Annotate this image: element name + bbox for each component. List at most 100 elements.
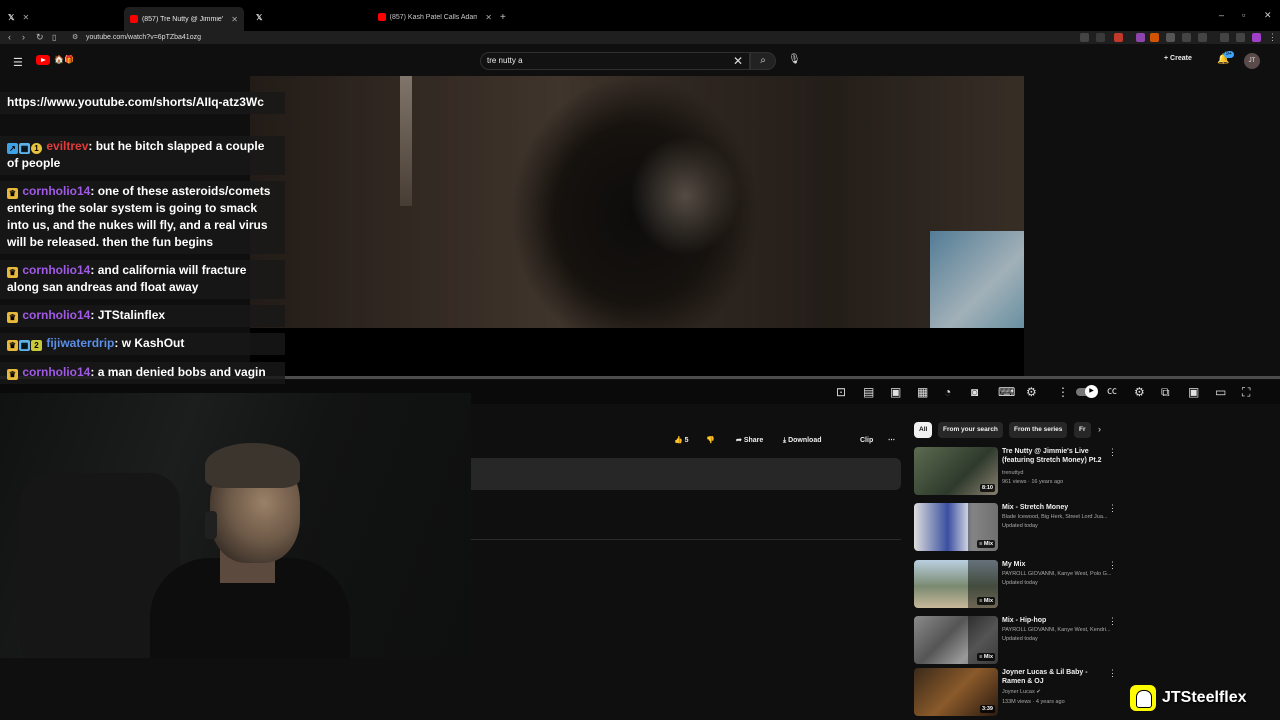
dislike-button[interactable]: 👎 [706, 433, 715, 449]
speed-icon[interactable]: ◔ [944, 385, 951, 399]
autoplay-toggle[interactable] [1076, 385, 1098, 398]
recommendation-item[interactable]: 3:39 Joyner Lucas & Lil Baby - Ramen & O… [914, 668, 1124, 720]
recommendation-title[interactable]: Mix - Hip-hop [1002, 616, 1110, 625]
subscriber-badge-icon: ↗ [7, 143, 18, 154]
video-thumbnail[interactable]: ≡ Mix [914, 503, 998, 551]
share-button[interactable]: ➦ Share [736, 433, 763, 449]
media-icon[interactable] [1220, 33, 1229, 42]
avatar[interactable]: JT [1244, 53, 1260, 69]
crown-badge-icon: ♛ [7, 312, 18, 323]
cast-icon[interactable] [1080, 33, 1089, 42]
extension-icon[interactable] [1166, 33, 1175, 42]
close-tab-icon[interactable]: ✕ [485, 13, 492, 22]
extension-icon[interactable] [1150, 33, 1159, 42]
picture-icon[interactable]: ▣ [890, 385, 901, 399]
browser-tab[interactable]: 𝕏 X [250, 7, 268, 27]
gear-icon[interactable]: ⚙ [1026, 385, 1037, 399]
sidepanel-icon[interactable] [1236, 33, 1245, 42]
recommendation-title[interactable]: Joyner Lucas & Lil Baby - Ramen & OJ [1002, 668, 1110, 686]
share-icon[interactable] [1096, 33, 1105, 42]
youtube-logo-icon[interactable] [36, 55, 50, 65]
video-thumbnail[interactable]: 8:10 [914, 447, 998, 495]
clear-search-icon[interactable]: ✕ [733, 54, 743, 68]
more-options-icon[interactable]: ⋮ [1057, 385, 1069, 399]
browser-tab[interactable]: (857) Kash Patel Calls Adam Schiff a ✕ [372, 7, 498, 27]
browser-tab-active[interactable]: (857) Tre Nutty @ Jimmie's Li ✕ [124, 7, 244, 31]
recommendation-item[interactable]: ≡ Mix Mix - Hip-hop PAYROLL GIOVANNI, Ka… [914, 616, 1124, 668]
chip-more[interactable]: Fr [1074, 422, 1091, 438]
tier-badge-icon: 2 [31, 340, 42, 351]
browser-tab[interactable]: 𝕏 X ✕ [2, 7, 35, 27]
recommendation-item[interactable]: 8:10 Tre Nutty @ Jimmie's Live (featurin… [914, 447, 1124, 499]
more-options-icon[interactable]: ⋮ [1108, 503, 1117, 514]
subtitles-icon[interactable]: ㏄ [1107, 385, 1117, 399]
microphone-icon[interactable]: 🎙 [788, 54, 801, 65]
channel-name[interactable]: Blade Icewood, Big Herk, Street Lord Jua… [1002, 513, 1112, 521]
stable-volume-icon[interactable]: ⊡ [836, 385, 846, 399]
channel-name[interactable]: Joyner Lucas ✔ [1002, 688, 1112, 696]
recommendation-title[interactable]: My Mix [1002, 560, 1110, 569]
mix-badge: ≡ Mix [977, 540, 995, 548]
pip-icon[interactable]: ▣ [1188, 385, 1199, 399]
forward-icon[interactable]: › [22, 31, 25, 44]
clapper-icon[interactable]: ▤ [863, 385, 874, 399]
new-tab-button[interactable]: + [494, 7, 512, 27]
recommendation-title[interactable]: Tre Nutty @ Jimmie's Live (featuring Str… [1002, 447, 1110, 465]
video-thumbnail[interactable]: 3:39 [914, 668, 998, 716]
chip-from-the-series[interactable]: From the series [1009, 422, 1068, 438]
close-window-icon[interactable]: ✕ [1264, 10, 1272, 21]
more-options-icon[interactable]: ⋮ [1108, 560, 1117, 571]
theater-mode-icon[interactable]: ▭ [1215, 385, 1226, 399]
bookmark-icon[interactable]: ▯ [52, 31, 56, 44]
browser-tab-bar: 𝕏 X ✕ (857) Tre Nutty @ Jimmie's Li ✕ 𝕏 … [0, 0, 1280, 31]
fullscreen-icon[interactable]: ⛶ [1242, 385, 1250, 399]
video-thumbnail[interactable]: ≡ Mix [914, 560, 998, 608]
screenshot-icon[interactable]: ◙ [971, 385, 978, 399]
recommendation-item[interactable]: ≡ Mix My Mix PAYROLL GIOVANNI, Kanye Wes… [914, 560, 1124, 612]
chat-username: fijiwaterdrip [46, 336, 115, 350]
close-tab-icon[interactable]: ✕ [231, 15, 238, 24]
hamburger-menu-icon[interactable]: ☰ [13, 56, 23, 69]
reload-icon[interactable]: ↻ [36, 31, 44, 44]
more-options-icon[interactable]: ⋮ [1108, 447, 1117, 458]
snapchat-ghost-icon [1130, 685, 1156, 711]
recommendation-item[interactable]: ≡ Mix Mix - Stretch Money Blade Icewood,… [914, 503, 1124, 555]
duration-badge: 3:39 [979, 705, 995, 713]
more-actions-icon[interactable]: ⋯ [888, 433, 895, 449]
minimize-icon[interactable]: – [1219, 10, 1224, 20]
download-button[interactable]: ⤓ Download [783, 433, 822, 449]
keyboard-icon[interactable]: ⌨ [998, 385, 1015, 399]
close-tab-icon[interactable]: ✕ [22, 13, 29, 22]
channel-name[interactable]: PAYROLL GIOVANNI, Kanye West, Polo G... [1002, 570, 1112, 578]
video-thumbnail[interactable]: ≡ Mix [914, 616, 998, 664]
description-box[interactable] [471, 458, 901, 490]
maximize-icon[interactable]: ▫ [1242, 10, 1245, 20]
menu-icon[interactable]: ⋮ [1268, 31, 1277, 44]
extension-icon[interactable] [1198, 33, 1207, 42]
extension-icon[interactable] [1182, 33, 1191, 42]
clip-button[interactable]: Clip [860, 433, 873, 449]
site-info-icon[interactable]: ⚙ [72, 31, 78, 44]
extension-icon[interactable] [1114, 33, 1123, 42]
url-field[interactable]: youtube.com/watch?v=6pTZba41ozg [86, 31, 201, 44]
recommendation-title[interactable]: Mix - Stretch Money [1002, 503, 1110, 512]
doodle-icon: 🏠🎁 [54, 55, 74, 64]
create-button[interactable]: + Create [1164, 55, 1192, 62]
search-button[interactable]: ⌕ [750, 52, 776, 70]
chevron-right-icon[interactable]: › [1098, 424, 1101, 434]
channel-name[interactable]: trenuttyd [1002, 469, 1112, 477]
back-icon[interactable]: ‹ [8, 31, 11, 44]
more-options-icon[interactable]: ⋮ [1108, 668, 1117, 679]
miniplayer-icon[interactable]: ⧉ [1161, 385, 1170, 399]
chip-all[interactable]: All [914, 422, 933, 438]
profile-icon[interactable] [1252, 33, 1261, 42]
channel-name[interactable]: PAYROLL GIOVANNI, Kanye West, Kendri... [1002, 626, 1112, 634]
like-button[interactable]: 👍 5 [674, 433, 689, 449]
video-player[interactable] [250, 76, 1024, 328]
chip-from-your-search[interactable]: From your search [938, 422, 1003, 438]
extension-icon[interactable] [1136, 33, 1145, 42]
film-icon[interactable]: ▦ [917, 385, 928, 399]
settings-gear-icon[interactable]: ⚙ [1134, 385, 1145, 399]
search-input[interactable] [487, 56, 717, 65]
more-options-icon[interactable]: ⋮ [1108, 616, 1117, 627]
